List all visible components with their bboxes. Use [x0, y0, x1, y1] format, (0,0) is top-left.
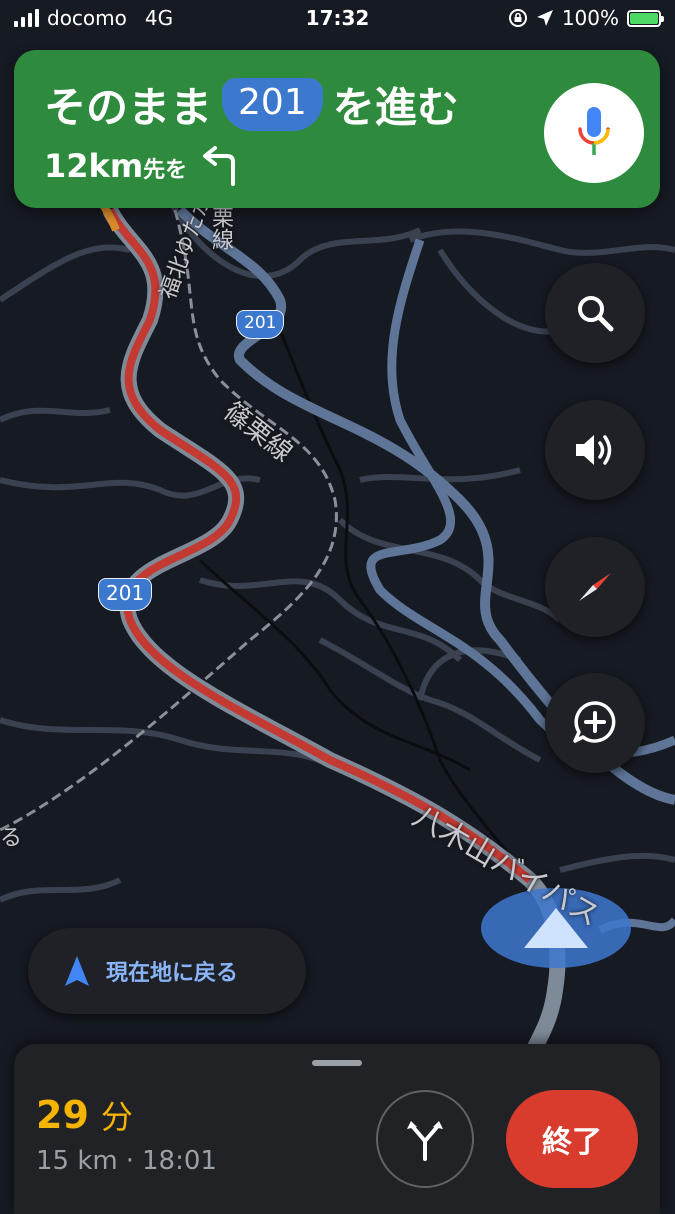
rotation-lock-icon [508, 9, 527, 27]
search-button[interactable] [545, 263, 645, 363]
volume-button[interactable] [545, 400, 645, 500]
trip-summary-panel[interactable]: 29 分 15 km · 18:01 終了 [14, 1044, 660, 1214]
instruction-suffix: を進む [332, 83, 459, 132]
trip-separator: · [125, 1146, 134, 1176]
recenter-label: 現在地に戻る [106, 961, 239, 986]
status-right: 100% [508, 6, 664, 30]
next-maneuver-distance: 12km先を [44, 147, 187, 185]
instruction-prefix: そのまま [44, 83, 213, 132]
recenter-button[interactable]: 現在地に戻る [28, 928, 306, 1014]
voice-search-button[interactable] [544, 83, 644, 183]
next-maneuver: 12km先を [44, 146, 243, 186]
duration-value: 29 [36, 1093, 89, 1137]
alternate-routes-button[interactable] [376, 1090, 474, 1188]
trip-distance: 15 km [36, 1146, 118, 1176]
battery-percent: 100% [561, 6, 619, 30]
trip-details: 15 km · 18:01 [36, 1146, 217, 1176]
panel-drag-handle[interactable] [312, 1060, 362, 1066]
end-navigation-button[interactable]: 終了 [506, 1090, 638, 1188]
status-bar: docomo 4G 17:32 100% [0, 0, 675, 38]
trip-duration: 29 分 [36, 1092, 133, 1138]
route-shield-upper: 201 [236, 310, 285, 339]
location-arrow-icon [536, 10, 553, 26]
distance-suffix: 先を [143, 158, 188, 183]
search-icon [578, 296, 614, 332]
microphone-icon [578, 107, 610, 155]
route-number-shield: 201 [222, 78, 323, 131]
compass-icon [579, 573, 611, 601]
volume-icon [576, 435, 612, 465]
navigation-arrow-icon [65, 956, 89, 986]
add-report-button[interactable] [545, 673, 645, 773]
compass-button[interactable] [545, 537, 645, 637]
map-label-edge: る [0, 826, 23, 851]
route-fork-icon [407, 1121, 443, 1161]
turn-left-icon [203, 146, 236, 186]
navigation-instruction-banner[interactable]: そのまま 201 を進む 12km先を [14, 50, 660, 208]
duration-unit: 分 [100, 1098, 133, 1136]
distance-value: 12km [44, 147, 144, 185]
route-shield-lower: 201 [98, 578, 153, 611]
arrival-time: 18:01 [142, 1146, 217, 1176]
instruction-main: そのまま 201 を進む [44, 74, 459, 135]
add-report-icon [573, 701, 616, 743]
battery-charging-icon [627, 9, 664, 27]
